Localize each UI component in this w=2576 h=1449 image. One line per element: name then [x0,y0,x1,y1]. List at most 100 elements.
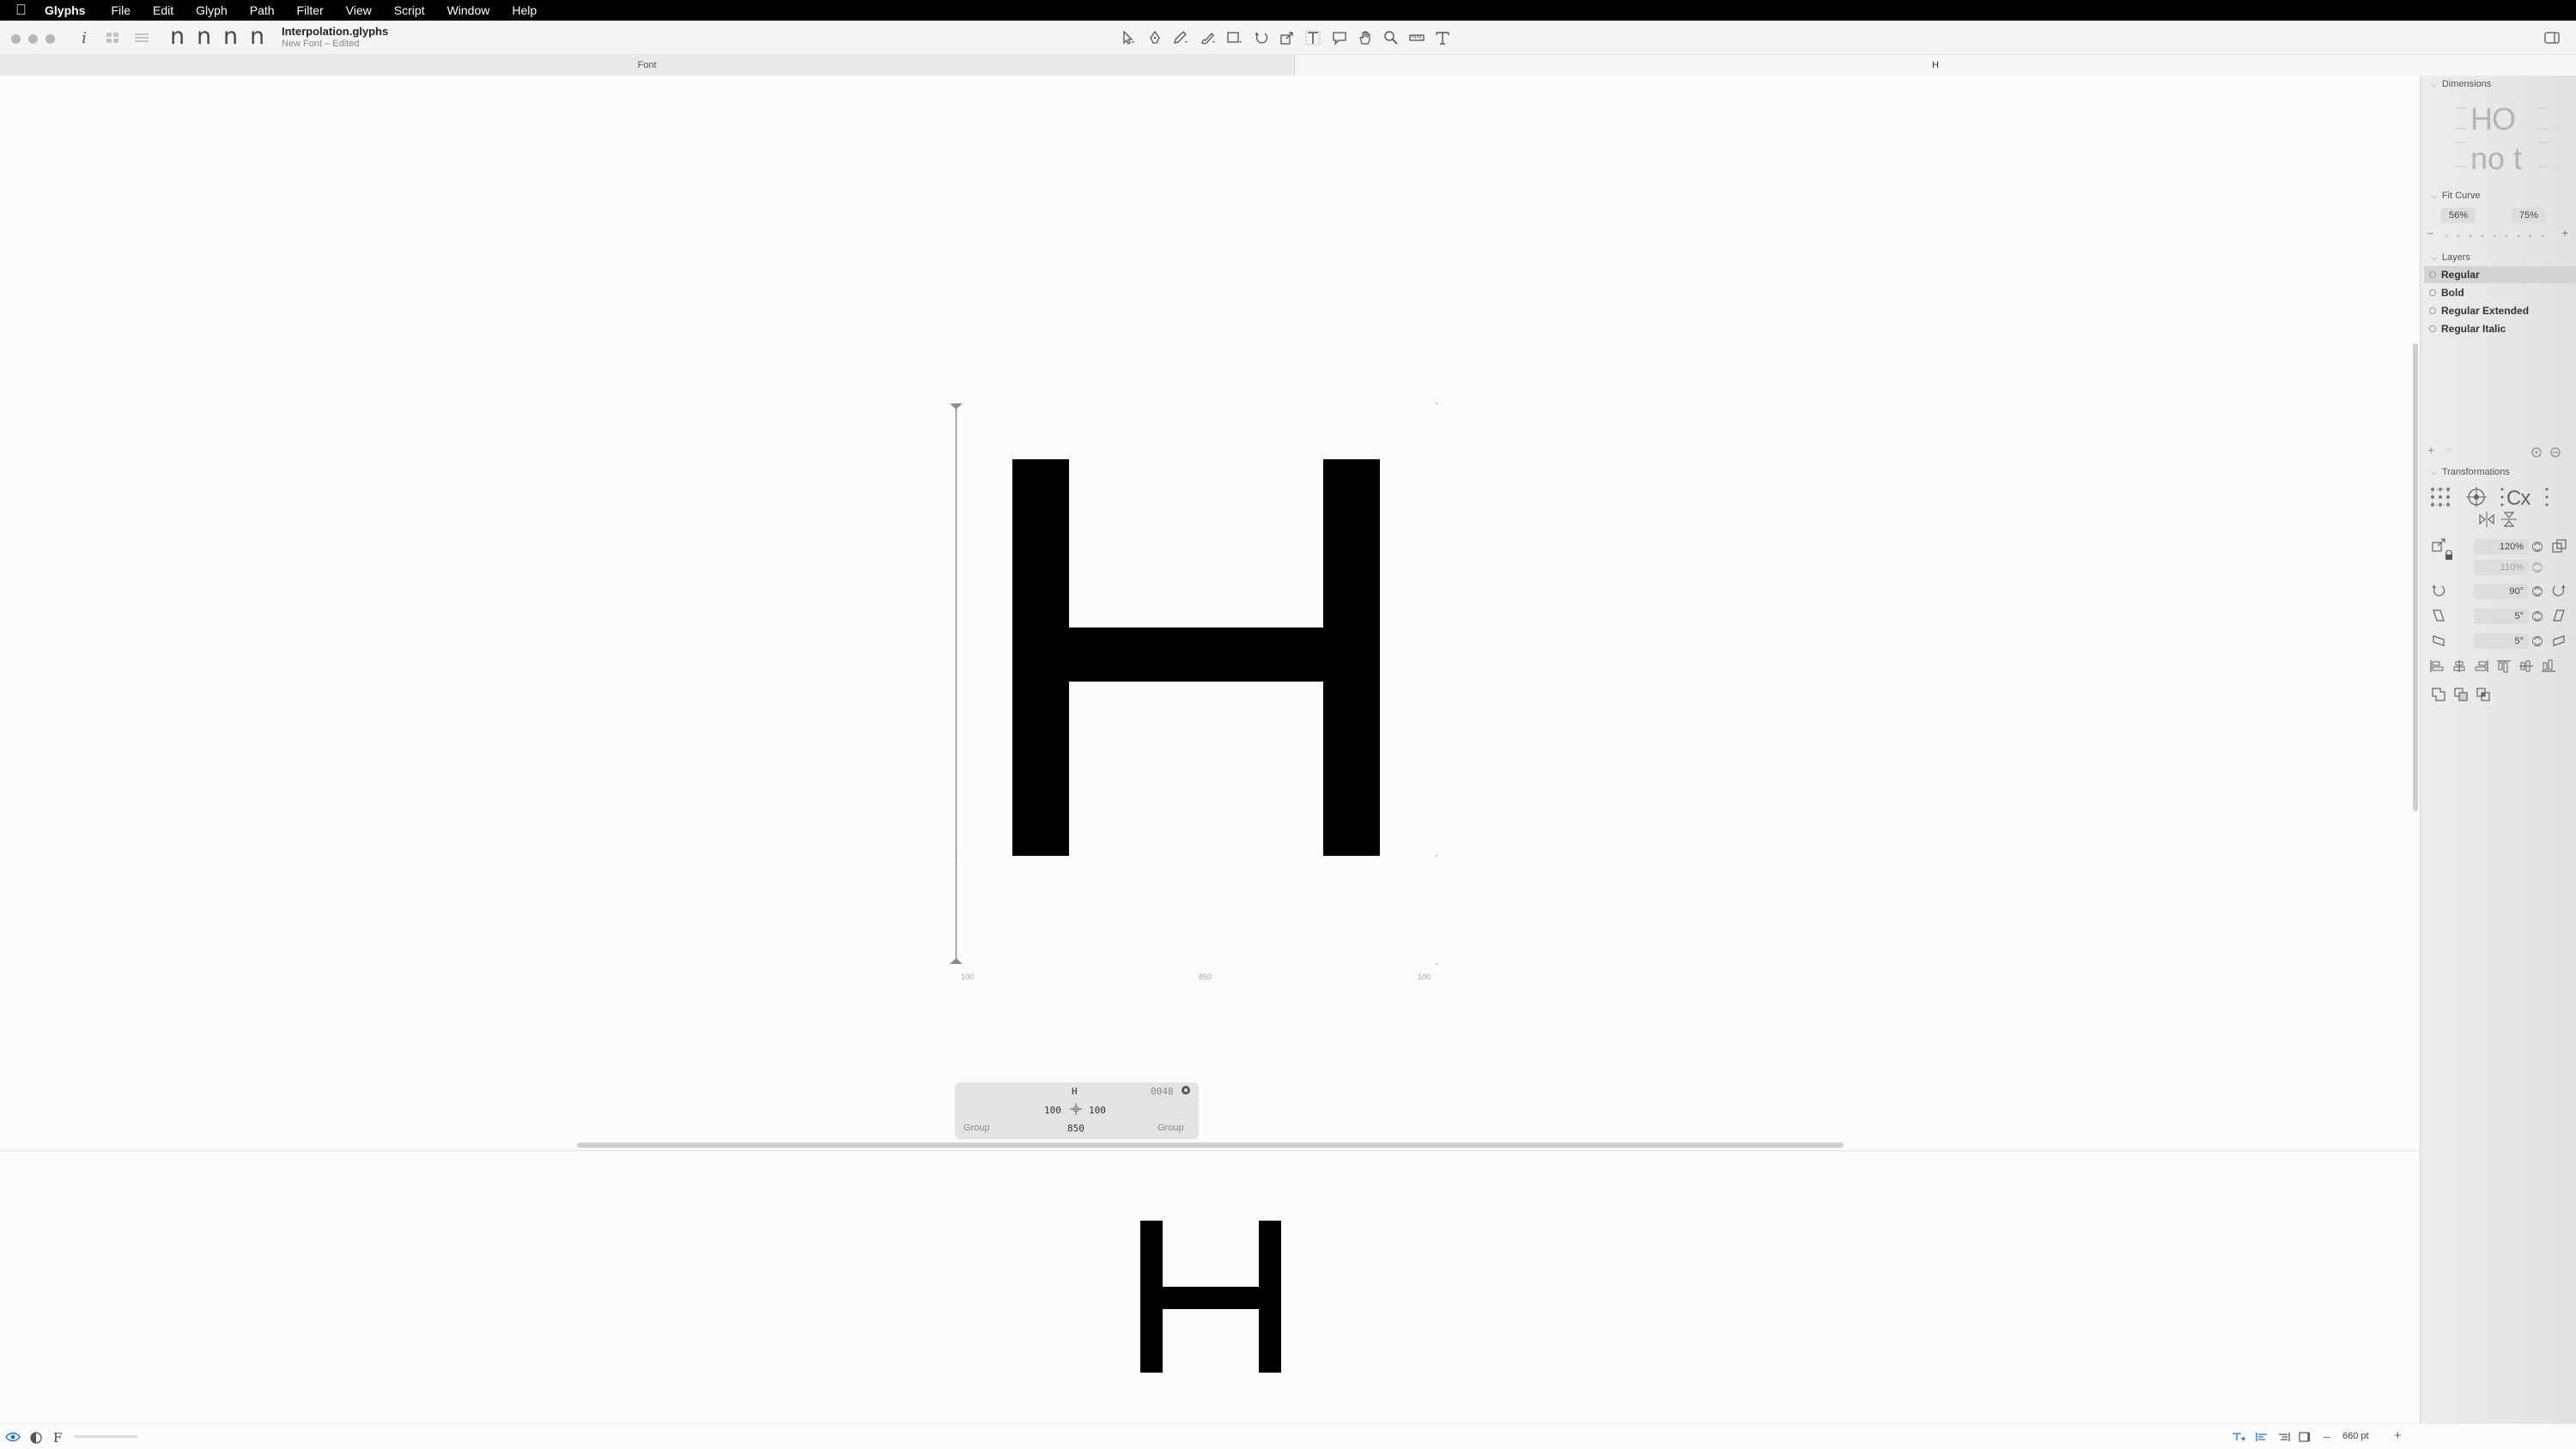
menu-glyphs[interactable]: Glyphs [45,0,85,21]
text-tool-icon[interactable] [1303,27,1324,48]
menu-window[interactable]: Window [447,0,490,21]
apple-icon[interactable]:  [15,0,45,21]
hand-tool-icon[interactable] [1355,27,1376,48]
tab-font[interactable]: Font [0,55,1295,76]
measurement-tool-icon[interactable] [1406,27,1427,48]
align-right-edges-icon[interactable] [2474,659,2489,673]
remove-layer-button[interactable]: – [2446,443,2452,455]
align-bottom-edges-icon[interactable] [2541,659,2556,673]
annotation-tool-icon[interactable] [1329,27,1350,48]
layer-regular[interactable]: Regular [2424,266,2576,283]
skew-x-field[interactable]: 5° [2474,609,2529,624]
layer-visibility-icon[interactable] [2429,325,2436,332]
skew-right-icon[interactable] [2551,608,2567,623]
tab-h[interactable]: H [1295,55,2576,76]
eye-icon[interactable] [5,1431,21,1443]
rotate-stepper[interactable] [2532,585,2543,598]
layers-header[interactable]: ⌵ Layers [2431,252,2470,263]
scale-x-stepper[interactable] [2532,540,2543,554]
menu-path[interactable]: Path [250,0,275,21]
size-slider[interactable] [74,1435,137,1438]
scale-y-field[interactable]: 110% [2474,560,2529,575]
close-window-button[interactable] [11,34,21,44]
scale-tool-icon[interactable] [1277,27,1297,48]
fit-curve-minus-button[interactable]: – [2427,227,2433,239]
mirror-vertical-icon[interactable] [2500,510,2518,529]
scale-y-stepper[interactable] [2532,561,2543,574]
menu-filter[interactable]: Filter [297,0,324,21]
bounding-box-origin-icon[interactable] [2429,486,2451,508]
add-layer-button[interactable]: + [2427,443,2434,457]
intersect-icon[interactable] [2476,687,2491,702]
instance-n-2[interactable]: n [197,24,211,50]
fit-curve-header[interactable]: ⌵ Fit Curve [2431,191,2480,201]
menu-help[interactable]: Help [512,0,537,21]
skew-up-icon[interactable] [2551,633,2567,648]
mirror-horizontal-icon[interactable] [2477,510,2496,529]
font-letter[interactable]: F [53,1430,62,1446]
menu-view[interactable]: View [346,0,372,21]
fit-curve-dots[interactable] [2443,233,2549,238]
info-button[interactable]: i [77,27,91,48]
horizontal-scrollbar[interactable] [577,1143,1844,1148]
minimize-window-button[interactable] [28,34,38,44]
instance-n-1[interactable]: n [170,24,185,50]
rotate-right-icon[interactable] [2551,583,2567,598]
copy-layer-icon[interactable] [2530,446,2543,458]
fit-curve-plus-button[interactable]: + [2561,226,2568,239]
rectangle-tool-icon[interactable] [1224,27,1245,48]
pencil-tool-icon[interactable] [1170,27,1191,48]
text-direction-icon[interactable] [2231,1431,2246,1443]
scale-x-field[interactable]: 120% [2474,539,2529,555]
unicode-field[interactable]: 0048 [1151,1086,1174,1097]
lock-proportions-icon[interactable] [2445,550,2453,561]
glyph-canvas[interactable] [0,76,2420,1143]
preview-pane-icon[interactable] [2298,1431,2312,1443]
skew-y-field[interactable]: 5° [2474,634,2529,649]
align-v-center-icon[interactable] [2518,659,2534,673]
rotate-left-icon[interactable] [2431,583,2446,598]
rotate-field[interactable]: 90° [2474,584,2529,599]
menu-file[interactable]: File [111,0,131,21]
subtract-icon[interactable] [2453,687,2469,702]
glyph-name-field[interactable]: H [1072,1086,1078,1097]
align-h-center-icon[interactable] [2451,659,2467,673]
zoom-tool-icon[interactable] [1381,27,1401,48]
vertical-scrollbar[interactable] [2413,343,2418,811]
edit-view[interactable]: 100 850 100 [0,76,2420,1143]
glyph-h-outline[interactable] [1012,459,1380,856]
metric-keys-icon[interactable]: Cx [2500,484,2551,510]
align-left-edges-icon[interactable] [2429,659,2445,673]
zoom-in-button[interactable]: + [2394,1428,2402,1443]
align-left-icon[interactable] [2255,1431,2269,1443]
menu-glyph[interactable]: Glyph [196,0,228,21]
skew-y-stepper[interactable] [2532,634,2543,648]
sidebar-toggle-icon[interactable] [2542,27,2562,48]
scale-apply-icon[interactable] [2551,538,2568,554]
contrast-icon[interactable] [29,1431,43,1445]
layer-regular-italic[interactable]: Regular Italic [2424,320,2576,337]
draw-tool-icon[interactable] [1145,27,1165,48]
right-group-field[interactable]: Group [1157,1123,1184,1133]
list-view-icon[interactable] [132,27,153,48]
skew-x-stepper[interactable] [2532,609,2543,623]
layer-visibility-icon[interactable] [2429,289,2436,296]
brush-tool-icon[interactable] [1198,27,1218,48]
left-group-field[interactable]: Group [963,1123,990,1133]
select-tool-icon[interactable] [1118,27,1139,48]
type-tool-icon[interactable] [1432,27,1453,48]
dimensions-header[interactable]: ⌵ Dimensions [2431,79,2491,89]
layer-options-icon[interactable] [2549,446,2561,458]
skew-down-icon[interactable] [2431,633,2446,648]
align-top-edges-icon[interactable] [2496,659,2512,673]
gear-icon[interactable] [1180,1084,1192,1096]
link-metrics-icon[interactable] [1069,1102,1083,1116]
right-sidebearing-field[interactable]: 100 [1089,1105,1106,1116]
fit-curve-min-field[interactable]: 56% [2441,208,2476,223]
instance-n-4[interactable]: n [250,24,264,50]
width-field[interactable]: 850 [1067,1123,1084,1134]
menu-script[interactable]: Script [394,0,425,21]
grid-view-icon[interactable] [105,27,125,48]
layer-visibility-icon[interactable] [2429,307,2436,314]
zoom-window-button[interactable] [46,34,55,44]
